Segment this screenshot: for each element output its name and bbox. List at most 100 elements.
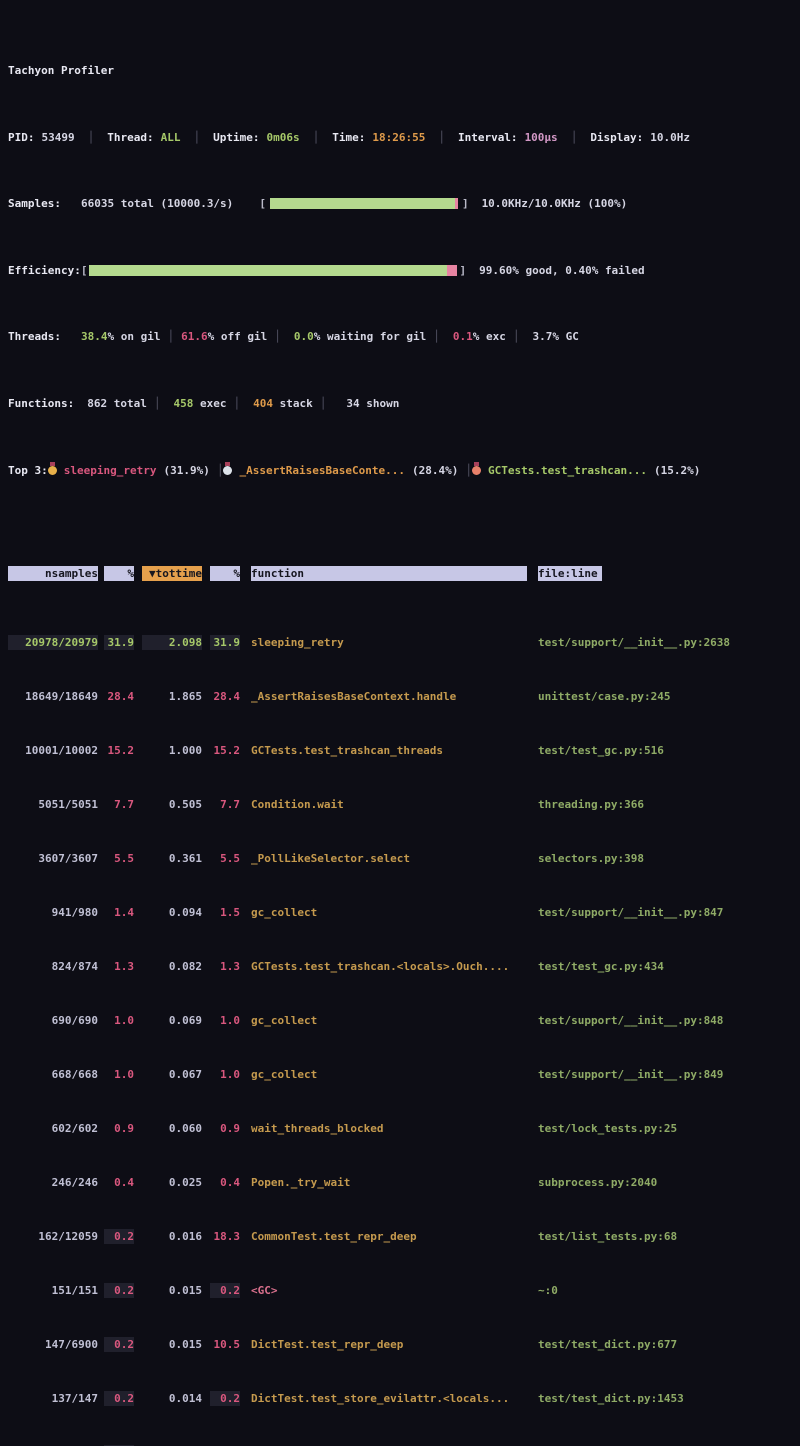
cell-pct1: 1.0 bbox=[104, 1067, 134, 1082]
column-header-tottime-sorted[interactable]: ▼tottime bbox=[142, 566, 202, 581]
cell-pct1: 0.2 bbox=[104, 1229, 134, 1244]
cell-nsamples: 137/147 bbox=[8, 1391, 98, 1406]
cell-pct1: 0.9 bbox=[104, 1121, 134, 1136]
divider: │ bbox=[433, 330, 440, 343]
cell-pct2: 31.9 bbox=[210, 635, 240, 650]
top1-name[interactable]: sleeping_retry bbox=[64, 464, 157, 477]
cell-pct2: 18.3 bbox=[210, 1229, 240, 1244]
cell-pct1: 0.2 bbox=[104, 1445, 134, 1446]
thread-value[interactable]: ALL bbox=[161, 131, 181, 144]
silver-medal-icon bbox=[223, 466, 232, 475]
cell-nsamples: 10001/10002 bbox=[8, 743, 98, 758]
table-row[interactable]: 668/668 1.0 0.067 1.0 gc_collect test/su… bbox=[8, 1067, 800, 1082]
functions-label: Functions: bbox=[8, 397, 74, 410]
table-row[interactable]: 20978/20979 31.9 2.098 31.9 sleeping_ret… bbox=[8, 635, 800, 650]
cell-function: GCTests.test_trashcan_threads bbox=[251, 743, 527, 758]
cell-pct1: 7.7 bbox=[104, 797, 134, 812]
table-row[interactable]: 690/690 1.0 0.069 1.0 gc_collect test/su… bbox=[8, 1013, 800, 1028]
samples-rate-bar bbox=[270, 198, 458, 209]
table-row[interactable]: 3607/3607 5.5 0.361 5.5 _PollLikeSelecto… bbox=[8, 851, 800, 866]
table-row[interactable]: 941/980 1.4 0.094 1.5 gc_collect test/su… bbox=[8, 905, 800, 920]
samples-fail-segment bbox=[455, 198, 458, 209]
divider: │ bbox=[274, 330, 281, 343]
cell-file-line: test/support/__init__.py:848 bbox=[538, 1013, 800, 1028]
table-row[interactable]: 824/874 1.3 0.082 1.3 GCTests.test_trash… bbox=[8, 959, 800, 974]
divider: │ bbox=[513, 330, 520, 343]
cell-nsamples: 941/980 bbox=[8, 905, 98, 920]
cell-nsamples: 18649/18649 bbox=[8, 689, 98, 704]
thread-label: Thread: bbox=[107, 131, 153, 144]
top3-name[interactable]: GCTests.test_trashcan... bbox=[488, 464, 647, 477]
cell-function: wait_threads_blocked bbox=[251, 1121, 527, 1136]
cell-nsamples: 246/246 bbox=[8, 1175, 98, 1190]
column-header-pct2[interactable]: % bbox=[210, 566, 240, 581]
top3-label: Top 3: bbox=[8, 464, 48, 477]
cell-function: _AssertRaisesBaseContext.handle bbox=[251, 689, 527, 704]
divider: │ bbox=[193, 131, 200, 144]
gc-value: 3.7 bbox=[533, 330, 553, 343]
table-row[interactable]: 246/246 0.4 0.025 0.4 Popen._try_wait su… bbox=[8, 1175, 800, 1190]
table-header-row: nsamples % ▼tottime % function file:line bbox=[8, 566, 800, 581]
cell-pct2: 0.2 bbox=[210, 1283, 240, 1298]
cell-pct2: 15.2 bbox=[210, 743, 240, 758]
cell-pct1: 1.4 bbox=[104, 905, 134, 920]
cell-tottime: 0.015 bbox=[142, 1337, 202, 1352]
cell-file-line: test/support/__init__.py:2638 bbox=[538, 635, 800, 650]
top2-name[interactable]: _AssertRaisesBaseConte... bbox=[239, 464, 405, 477]
functions-shown-suffix: shown bbox=[360, 397, 400, 410]
cell-tottime: 0.011 bbox=[142, 1445, 202, 1446]
samples-rate: 10.0KHz/10.0KHz (100%) bbox=[482, 197, 628, 210]
divider: │ bbox=[313, 131, 320, 144]
cell-pct1: 31.9 bbox=[104, 635, 134, 650]
efficiency-fail-segment bbox=[447, 265, 457, 276]
cell-pct1: 15.2 bbox=[104, 743, 134, 758]
table-row[interactable]: 602/602 0.9 0.060 0.9 wait_threads_block… bbox=[8, 1121, 800, 1136]
column-header-nsamples[interactable]: nsamples bbox=[8, 566, 98, 581]
cell-function: CommonTest.test_repr_deep bbox=[251, 1229, 527, 1244]
table-row[interactable]: 113/64670 0.2 0.011 98.3 TestCase._callT… bbox=[8, 1445, 800, 1446]
divider: │ bbox=[88, 131, 95, 144]
divider: │ bbox=[217, 464, 224, 477]
top2-pct: (28.4%) bbox=[412, 464, 458, 477]
table-row[interactable]: 147/6900 0.2 0.015 10.5 DictTest.test_re… bbox=[8, 1337, 800, 1352]
table-row[interactable]: 151/151 0.2 0.015 0.2 <GC> ~:0 bbox=[8, 1283, 800, 1298]
functions-exec-suffix: exec bbox=[193, 397, 226, 410]
cell-nsamples: 602/602 bbox=[8, 1121, 98, 1136]
cell-nsamples: 690/690 bbox=[8, 1013, 98, 1028]
table-row[interactable]: 5051/5051 7.7 0.505 7.7 Condition.wait t… bbox=[8, 797, 800, 812]
column-header-pct1[interactable]: % bbox=[104, 566, 134, 581]
divider: │ bbox=[233, 397, 240, 410]
divider: │ bbox=[320, 397, 327, 410]
cell-tottime: 0.067 bbox=[142, 1067, 202, 1082]
on-gil-value: 38.4 bbox=[81, 330, 108, 343]
cell-tottime: 0.016 bbox=[142, 1229, 202, 1244]
cell-pct2: 1.3 bbox=[210, 959, 240, 974]
functions-row: Functions:862 total│458 exec│404 stack│3… bbox=[8, 397, 800, 412]
table-row[interactable]: 162/12059 0.2 0.016 18.3 CommonTest.test… bbox=[8, 1229, 800, 1244]
column-header-file-line[interactable]: file:line bbox=[538, 566, 602, 581]
cell-file-line: subprocess.py:2040 bbox=[538, 1175, 800, 1190]
pid-label: PID: bbox=[8, 131, 35, 144]
cell-file-line: test/lock_tests.py:25 bbox=[538, 1121, 800, 1136]
cell-pct2: 0.9 bbox=[210, 1121, 240, 1136]
cell-tottime: 0.361 bbox=[142, 851, 202, 866]
cell-file-line: test/support/__init__.py:849 bbox=[538, 1067, 800, 1082]
table-row[interactable]: 137/147 0.2 0.014 0.2 DictTest.test_stor… bbox=[8, 1391, 800, 1406]
cell-pct2: 1.0 bbox=[210, 1013, 240, 1028]
table-row[interactable]: 10001/10002 15.2 1.000 15.2 GCTests.test… bbox=[8, 743, 800, 758]
cell-file-line: test/test_gc.py:434 bbox=[538, 959, 800, 974]
cell-nsamples: 3607/3607 bbox=[8, 851, 98, 866]
cell-file-line: test/test_gc.py:516 bbox=[538, 743, 800, 758]
column-header-function[interactable]: function bbox=[251, 566, 527, 581]
table-row[interactable]: 18649/18649 28.4 1.865 28.4 _AssertRaise… bbox=[8, 689, 800, 704]
cell-pct2: 5.5 bbox=[210, 851, 240, 866]
cell-pct2: 0.4 bbox=[210, 1175, 240, 1190]
cell-pct1: 0.2 bbox=[104, 1283, 134, 1298]
cell-function: gc_collect bbox=[251, 905, 527, 920]
cell-function: _PollLikeSelector.select bbox=[251, 851, 527, 866]
cell-tottime: 1.000 bbox=[142, 743, 202, 758]
cell-pct1: 5.5 bbox=[104, 851, 134, 866]
cell-file-line: test/test_dict.py:677 bbox=[538, 1337, 800, 1352]
cell-pct2: 10.5 bbox=[210, 1337, 240, 1352]
cell-pct1: 28.4 bbox=[104, 689, 134, 704]
